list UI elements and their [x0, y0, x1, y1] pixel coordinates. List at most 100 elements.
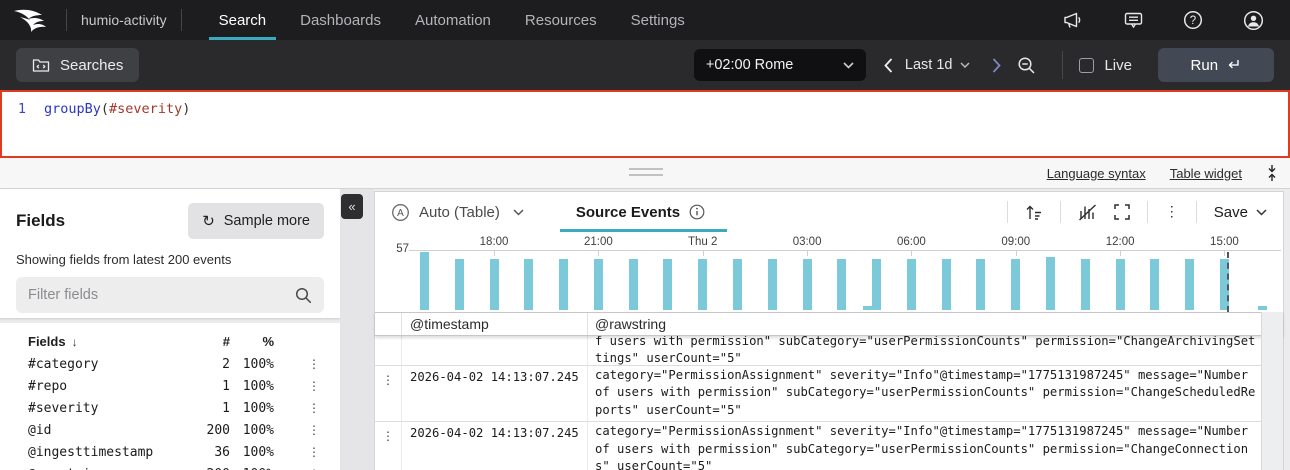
rawstring-column-header[interactable]: @rawstring [587, 313, 1283, 335]
editor-footer-links: Language syntax Table widget [1047, 158, 1278, 188]
field-menu-kebab-icon[interactable]: ⋮ [274, 445, 340, 459]
histogram-bar[interactable] [1258, 306, 1268, 310]
histogram-bar[interactable] [454, 259, 464, 310]
timestamp-column-header[interactable]: @timestamp [401, 313, 587, 335]
collapse-fields-panel-button[interactable]: « [341, 194, 363, 219]
live-toggle[interactable]: Live [1079, 57, 1132, 74]
timezone-value: +02:00 Rome [705, 57, 794, 73]
nav-tab-settings[interactable]: Settings [614, 0, 702, 40]
field-row[interactable]: #category 2 100% ⋮ [0, 353, 340, 375]
enter-key-icon: ↵ [1228, 57, 1242, 74]
crowdstrike-falcon-logo[interactable] [12, 7, 52, 33]
time-range-select[interactable]: Last 1d [905, 57, 971, 73]
histogram-bar[interactable] [559, 259, 569, 310]
nav-tab-resources[interactable]: Resources [508, 0, 614, 40]
language-syntax-link[interactable]: Language syntax [1047, 166, 1146, 181]
time-forward-button[interactable] [984, 57, 1009, 73]
histogram-bar[interactable] [863, 306, 873, 310]
event-row[interactable]: ⋮ 2026-04-02 14:13:07.245 category="Permis… [375, 366, 1283, 423]
fields-panel-title: Fields [16, 211, 66, 230]
timezone-select[interactable]: +02:00 Rome [693, 49, 866, 81]
nav-tab-automation[interactable]: Automation [398, 0, 508, 40]
histogram-bar[interactable] [1011, 259, 1021, 310]
event-histogram[interactable]: 57 18:00 21:00 Thu 2 03:00 06:00 09:00 12:00 15… [375, 232, 1283, 312]
field-row[interactable]: @id 200 100% ⋮ [0, 419, 340, 441]
event-row[interactable]: f users with permission" subCategory="us… [375, 336, 1283, 366]
announcements-icon[interactable] [1063, 12, 1084, 29]
histogram-bar[interactable] [767, 259, 777, 310]
field-row[interactable]: #severity 1 100% ⋮ [0, 397, 340, 419]
histogram-bar[interactable] [802, 259, 812, 310]
field-row[interactable]: @rawstring200100%⋮ [0, 463, 340, 470]
query-paren: ( [100, 101, 110, 117]
events-table-rows: f users with permission" subCategory="us… [375, 336, 1283, 470]
histogram-bar[interactable] [663, 259, 673, 310]
help-icon[interactable]: ? [1183, 10, 1203, 30]
sort-events-icon[interactable] [1025, 204, 1043, 220]
event-menu-kebab-icon[interactable]: ⋮ [375, 366, 401, 421]
results-menu-kebab-icon[interactable]: ⋮ [1165, 204, 1179, 220]
line-number: 1 [17, 101, 27, 117]
event-menu-kebab-icon[interactable]: ⋮ [375, 422, 401, 470]
histogram-bar[interactable] [524, 259, 534, 310]
event-row[interactable]: ⋮ 2026-04-02 14:13:07.245 category="Permis… [375, 422, 1283, 470]
query-editor[interactable]: 1 groupBy(#severity) [0, 90, 1290, 158]
field-count: 1 [222, 400, 230, 416]
table-widget-link[interactable]: Table widget [1170, 166, 1242, 181]
nav-tab-dashboards[interactable]: Dashboards [283, 0, 398, 40]
field-menu-kebab-icon[interactable]: ⋮ [274, 401, 340, 415]
sample-more-button[interactable]: ↻ Sample more [188, 203, 324, 239]
editor-resize-handle[interactable] [629, 168, 663, 180]
histogram-bar[interactable] [628, 259, 638, 310]
event-timestamp: 2026-04-02 14:13:07.245 [401, 422, 587, 470]
events-scrollbar[interactable] [1261, 312, 1283, 470]
histogram-bar[interactable] [593, 259, 603, 310]
info-icon[interactable] [689, 204, 705, 220]
percent-column-header[interactable]: % [230, 334, 274, 349]
histogram-bar[interactable] [906, 259, 916, 310]
account-icon[interactable] [1243, 10, 1264, 31]
histogram-bar[interactable] [1185, 259, 1195, 310]
nav-tab-search[interactable]: Search [202, 0, 284, 40]
histogram-bar[interactable] [698, 259, 708, 310]
query-code-line[interactable]: groupBy(#severity) [42, 101, 190, 156]
field-row[interactable]: @ingesttimestamp 36 100% ⋮ [0, 441, 340, 463]
histogram-bar[interactable] [1046, 257, 1056, 310]
histogram-bar[interactable] [872, 259, 882, 310]
nav-divider [66, 9, 67, 31]
searches-button-label: Searches [60, 56, 124, 74]
toggle-histogram-icon[interactable] [1078, 203, 1097, 221]
save-button[interactable]: Save [1214, 204, 1267, 221]
count-column-header[interactable]: # [190, 334, 230, 349]
feedback-icon[interactable] [1124, 12, 1143, 29]
histogram-bar[interactable] [941, 259, 951, 310]
tab-source-events[interactable]: Source Events [559, 192, 728, 232]
repo-name[interactable]: humio-activity [81, 12, 167, 28]
histogram-bar[interactable] [976, 259, 986, 310]
time-back-button[interactable] [876, 57, 901, 73]
filter-fields-input[interactable]: Filter fields [16, 277, 324, 313]
field-row[interactable]: #repo 1 100% ⋮ [0, 375, 340, 397]
view-type-select[interactable]: A Auto (Table) [391, 203, 524, 222]
field-name: @rawstring [0, 467, 190, 470]
fullscreen-icon[interactable] [1114, 204, 1130, 220]
run-button[interactable]: Run ↵ [1158, 48, 1274, 82]
histogram-bar[interactable] [489, 259, 499, 310]
histogram-bar[interactable] [733, 259, 743, 310]
searches-button[interactable]: Searches [16, 48, 140, 82]
field-menu-kebab-icon[interactable]: ⋮ [274, 357, 340, 371]
histogram-bar[interactable] [1080, 259, 1090, 310]
tab-source-events-label: Source Events [575, 203, 681, 221]
histogram-bar[interactable] [1115, 259, 1125, 310]
zoom-out-time-icon[interactable] [1017, 56, 1036, 75]
field-menu-kebab-icon[interactable]: ⋮ [274, 379, 340, 393]
view-type-value: Auto (Table) [419, 203, 500, 221]
live-checkbox[interactable] [1079, 57, 1095, 73]
results-actions: ⋮ Save [1006, 201, 1267, 223]
fields-sort-header[interactable]: Fields ↓ [0, 334, 190, 349]
histogram-bar[interactable] [420, 252, 429, 310]
histogram-bar[interactable] [837, 259, 847, 310]
field-menu-kebab-icon[interactable]: ⋮ [274, 423, 340, 437]
collapse-editor-icon[interactable] [1266, 164, 1278, 182]
histogram-bar[interactable] [1150, 259, 1160, 310]
